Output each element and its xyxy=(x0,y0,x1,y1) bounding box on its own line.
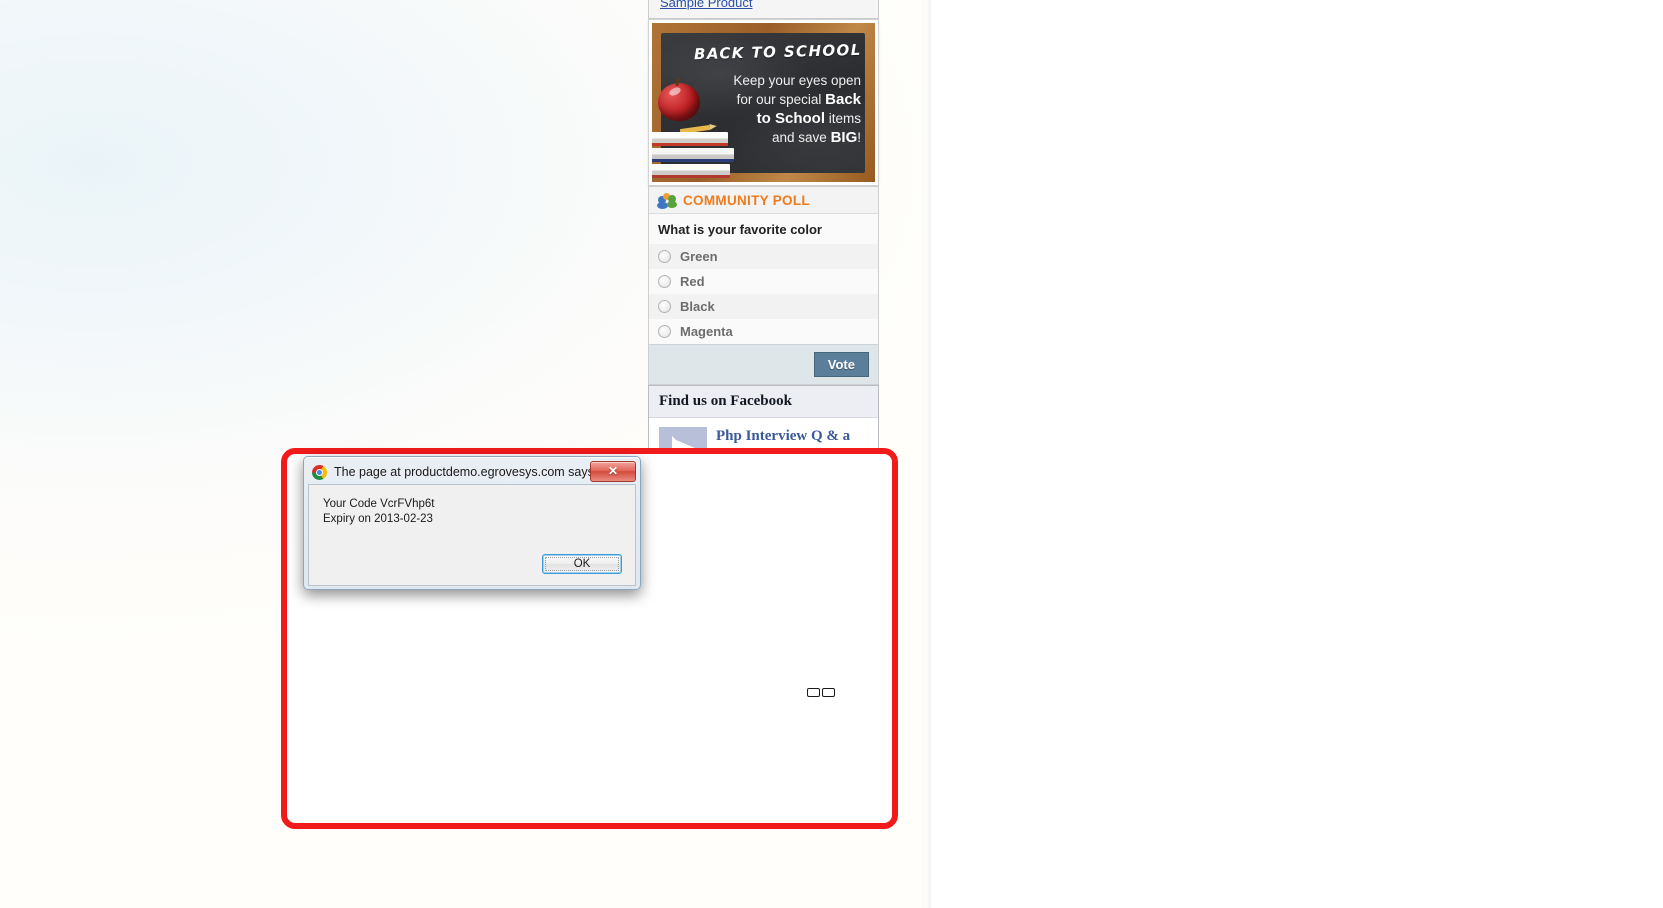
radio-icon-green[interactable] xyxy=(658,250,671,263)
banner-line4-plain: and save xyxy=(772,130,831,145)
banner-line2-bold: Back xyxy=(825,91,861,108)
radio-icon-red[interactable] xyxy=(658,275,671,288)
sample-product-row: Sample Product xyxy=(649,0,878,18)
poll-option-black[interactable]: Black xyxy=(649,294,878,319)
banner-line4-tail: ! xyxy=(857,130,861,145)
banner-image: BACK TO SCHOOL Keep your eyes open for o… xyxy=(652,23,875,182)
banner-line4-bold: BIG xyxy=(830,129,858,146)
chrome-icon xyxy=(312,464,327,480)
poll-question: What is your favorite color xyxy=(649,214,878,244)
javascript-alert-dialog: The page at productdemo.egrovesys.com sa… xyxy=(303,456,641,590)
banner-line3-plain: items xyxy=(824,111,861,126)
dialog-title-text: The page at productdemo.egrovesys.com sa… xyxy=(334,465,598,479)
banner-line2-plain: for our special xyxy=(736,92,826,107)
dialog-message-line2: Expiry on 2013-02-23 xyxy=(323,513,433,525)
people-group-icon xyxy=(657,192,677,209)
facebook-widget-header: Find us on Facebook xyxy=(649,386,878,418)
sample-product-box: Sample Product xyxy=(648,0,879,19)
radio-icon-black[interactable] xyxy=(658,300,671,313)
page-background-right xyxy=(935,0,1663,908)
radio-icon-magenta[interactable] xyxy=(658,325,671,338)
books-stack-icon xyxy=(652,130,734,178)
banner-copy: Keep your eyes open for our special Back… xyxy=(716,71,861,147)
poll-option-magenta[interactable]: Magenta xyxy=(649,319,878,344)
poll-footer: Vote xyxy=(649,344,878,384)
ok-button-label: OK xyxy=(573,558,591,570)
book-2 xyxy=(652,148,734,162)
poll-option-label-black: Black xyxy=(680,299,715,314)
banner-line1: Keep your eyes open xyxy=(733,73,861,88)
banner-line3-bold: to School xyxy=(756,110,825,127)
poll-option-green[interactable]: Green xyxy=(649,244,878,269)
dialog-message: Your Code VcrFVhp6t Expiry on 2013-02-23 xyxy=(309,485,635,527)
book-3 xyxy=(652,164,730,178)
community-poll-widget: COMMUNITY POLL What is your favorite col… xyxy=(648,186,879,385)
close-icon[interactable]: ✕ xyxy=(590,461,636,482)
community-poll-header: COMMUNITY POLL xyxy=(649,187,878,214)
poll-option-label-magenta: Magenta xyxy=(680,324,733,339)
sample-product-link[interactable]: Sample Product xyxy=(660,0,753,10)
book-1 xyxy=(652,132,728,146)
facebook-page-name[interactable]: Php Interview Q & a xyxy=(716,427,868,445)
dialog-message-line1: Your Code VcrFVhp6t xyxy=(323,498,435,510)
poll-option-red[interactable]: Red xyxy=(649,269,878,294)
poll-option-label-green: Green xyxy=(680,249,718,264)
apple-icon xyxy=(658,83,700,121)
close-icon-glyph: ✕ xyxy=(607,464,619,478)
vote-button[interactable]: Vote xyxy=(813,352,869,377)
dialog-titlebar: The page at productdemo.egrovesys.com sa… xyxy=(308,461,636,483)
ok-button[interactable]: OK xyxy=(542,554,622,574)
dialog-panel: Your Code VcrFVhp6t Expiry on 2013-02-23… xyxy=(308,484,636,586)
community-poll-title: COMMUNITY POLL xyxy=(683,192,810,208)
back-to-school-banner[interactable]: BACK TO SCHOOL Keep your eyes open for o… xyxy=(648,19,879,186)
poll-option-label-red: Red xyxy=(680,274,705,289)
apple-gloss xyxy=(668,85,682,98)
